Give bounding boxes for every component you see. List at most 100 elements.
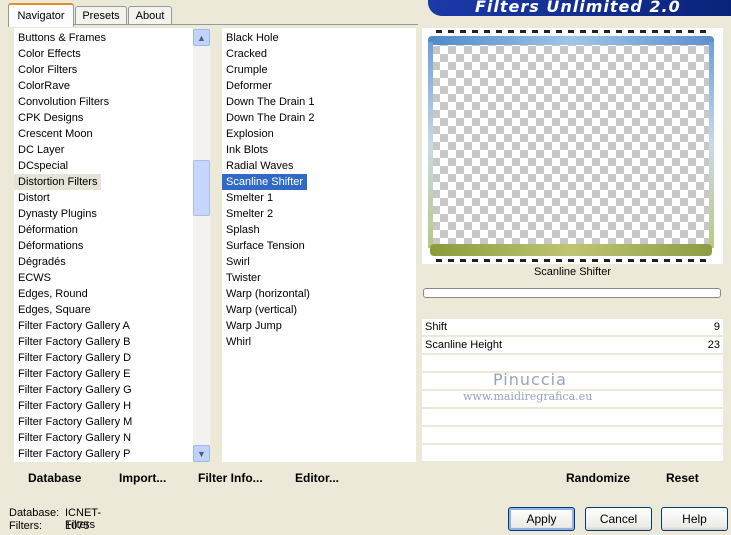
parameter-row[interactable]: Shift 9 bbox=[422, 319, 723, 337]
category-item[interactable]: Filter Factory Gallery B bbox=[14, 334, 193, 350]
category-item[interactable]: Déformations bbox=[14, 238, 193, 254]
filter-item[interactable]: Smelter 1 bbox=[222, 190, 416, 206]
filter-item[interactable]: Splash bbox=[222, 222, 416, 238]
category-item-label: DC Layer bbox=[18, 144, 65, 156]
status-filters: Filters: 1075 bbox=[9, 520, 89, 532]
progress-bar bbox=[423, 288, 721, 298]
editor-button[interactable]: Editor... bbox=[295, 471, 339, 485]
filter-item-label: Splash bbox=[226, 224, 260, 236]
category-item[interactable]: Filter Factory Gallery D bbox=[14, 350, 193, 366]
filter-item-label: Smelter 1 bbox=[226, 192, 274, 204]
filter-item-label: Smelter 2 bbox=[226, 208, 274, 220]
tab-about[interactable]: About bbox=[128, 6, 172, 25]
category-item[interactable]: Color Filters bbox=[14, 62, 193, 78]
category-item-label: Filter Factory Gallery A bbox=[18, 320, 130, 332]
category-item[interactable]: Filter Factory Gallery G bbox=[14, 382, 193, 398]
filter-item[interactable]: Deformer bbox=[222, 78, 416, 94]
filter-item[interactable]: Black Hole bbox=[222, 30, 416, 46]
category-item[interactable]: ColorRave bbox=[14, 78, 193, 94]
category-item[interactable]: DC Layer bbox=[14, 142, 193, 158]
category-item[interactable]: Color Effects bbox=[14, 46, 193, 62]
category-item[interactable]: Distort bbox=[14, 190, 193, 206]
filter-item-label: Whirl bbox=[226, 336, 252, 348]
filter-item-label: Scanline Shifter bbox=[222, 174, 308, 190]
category-item-label: Filter Factory Gallery N bbox=[18, 432, 132, 444]
parameter-row bbox=[422, 427, 723, 445]
parameter-row[interactable]: Scanline Height 23 bbox=[422, 337, 723, 355]
category-item-label: Convolution Filters bbox=[18, 96, 110, 108]
category-item[interactable]: DCspecial bbox=[14, 158, 193, 174]
filter-item[interactable]: Warp Jump bbox=[222, 318, 416, 334]
preview-pane bbox=[422, 28, 723, 264]
category-item-label: Déformations bbox=[18, 240, 84, 252]
preview-dash-top bbox=[436, 30, 708, 33]
category-item[interactable]: Distortion Filters bbox=[14, 174, 193, 190]
category-item[interactable]: Edges, Round bbox=[14, 286, 193, 302]
filter-item[interactable]: Ink Blots bbox=[222, 142, 416, 158]
filter-item[interactable]: Whirl bbox=[222, 334, 416, 350]
scroll-up-button[interactable]: ▲ bbox=[193, 29, 210, 46]
filter-item[interactable]: Down The Drain 1 bbox=[222, 94, 416, 110]
category-item[interactable]: ECWS bbox=[14, 270, 193, 286]
scroll-down-button[interactable]: ▼ bbox=[193, 445, 210, 462]
category-scrollbar[interactable]: ▲ ▼ bbox=[193, 29, 210, 462]
chevron-up-icon: ▲ bbox=[197, 32, 206, 43]
filter-item[interactable]: Twister bbox=[222, 270, 416, 286]
cancel-button[interactable]: Cancel bbox=[585, 507, 652, 531]
filter-item[interactable]: Cracked bbox=[222, 46, 416, 62]
filter-item-label: Deformer bbox=[226, 80, 272, 92]
scroll-thumb[interactable] bbox=[193, 160, 210, 216]
filter-item[interactable]: Swirl bbox=[222, 254, 416, 270]
category-list[interactable]: Buttons & Frames Color Effects Color Filte… bbox=[14, 28, 193, 462]
category-item-label: Filter Factory Gallery G bbox=[18, 384, 132, 396]
watermark-name: Pinuccia bbox=[493, 370, 567, 389]
import-button[interactable]: Import... bbox=[119, 471, 166, 485]
category-item[interactable]: Filter Factory Gallery M bbox=[14, 414, 193, 430]
category-item-label: DCspecial bbox=[18, 160, 69, 172]
apply-label: Apply bbox=[526, 512, 557, 526]
filter-item[interactable]: Down The Drain 2 bbox=[222, 110, 416, 126]
category-item[interactable]: Dégradés bbox=[14, 254, 193, 270]
randomize-button[interactable]: Randomize bbox=[566, 471, 630, 485]
help-button[interactable]: Help bbox=[661, 507, 728, 531]
filter-item[interactable]: Crumple bbox=[222, 62, 416, 78]
tab-navigator[interactable]: Navigator bbox=[8, 3, 74, 27]
tab-presets[interactable]: Presets bbox=[75, 6, 127, 25]
filter-item[interactable]: Surface Tension bbox=[222, 238, 416, 254]
category-item-label: Dynasty Plugins bbox=[18, 208, 97, 220]
filter-list[interactable]: Black Hole Cracked Crumple Deformer Down The… bbox=[222, 28, 416, 462]
category-item[interactable]: Crescent Moon bbox=[14, 126, 193, 142]
reset-button[interactable]: Reset bbox=[666, 471, 699, 485]
filter-item[interactable]: Explosion bbox=[222, 126, 416, 142]
category-item[interactable]: Filter Factory Gallery P bbox=[14, 446, 193, 462]
category-item[interactable]: Filter Factory Gallery E bbox=[14, 366, 193, 382]
filter-item[interactable]: Radial Waves bbox=[222, 158, 416, 174]
banner-title: Filters Unlimited 2.0 bbox=[475, 0, 681, 16]
filter-item[interactable]: Scanline Shifter bbox=[222, 174, 416, 190]
filter-item-label: Warp (horizontal) bbox=[226, 288, 310, 300]
filter-info-button[interactable]: Filter Info... bbox=[198, 471, 263, 485]
filter-item-label: Down The Drain 1 bbox=[226, 96, 315, 108]
category-item[interactable]: Convolution Filters bbox=[14, 94, 193, 110]
category-item-label: Crescent Moon bbox=[18, 128, 93, 140]
category-item[interactable]: Déformation bbox=[14, 222, 193, 238]
preview-frame-left bbox=[428, 42, 433, 248]
category-item[interactable]: Filter Factory Gallery N bbox=[14, 430, 193, 446]
category-item[interactable]: Buttons & Frames bbox=[14, 30, 193, 46]
database-button[interactable]: Database bbox=[28, 471, 81, 485]
apply-button[interactable]: Apply bbox=[508, 507, 575, 531]
parameter-value: 9 bbox=[713, 321, 720, 333]
category-item[interactable]: Edges, Square bbox=[14, 302, 193, 318]
filter-item[interactable]: Warp (horizontal) bbox=[222, 286, 416, 302]
filter-item[interactable]: Smelter 2 bbox=[222, 206, 416, 222]
parameter-label: Scanline Height bbox=[425, 339, 503, 351]
category-item-label: ECWS bbox=[18, 272, 51, 284]
category-item[interactable]: Filter Factory Gallery A bbox=[14, 318, 193, 334]
category-item[interactable]: Filter Factory Gallery H bbox=[14, 398, 193, 414]
category-item-label: Filter Factory Gallery B bbox=[18, 336, 131, 348]
category-item[interactable]: CPK Designs bbox=[14, 110, 193, 126]
filter-item[interactable]: Warp (vertical) bbox=[222, 302, 416, 318]
preview-frame-top bbox=[428, 36, 714, 45]
parameter-label: Shift bbox=[425, 321, 448, 333]
category-item[interactable]: Dynasty Plugins bbox=[14, 206, 193, 222]
